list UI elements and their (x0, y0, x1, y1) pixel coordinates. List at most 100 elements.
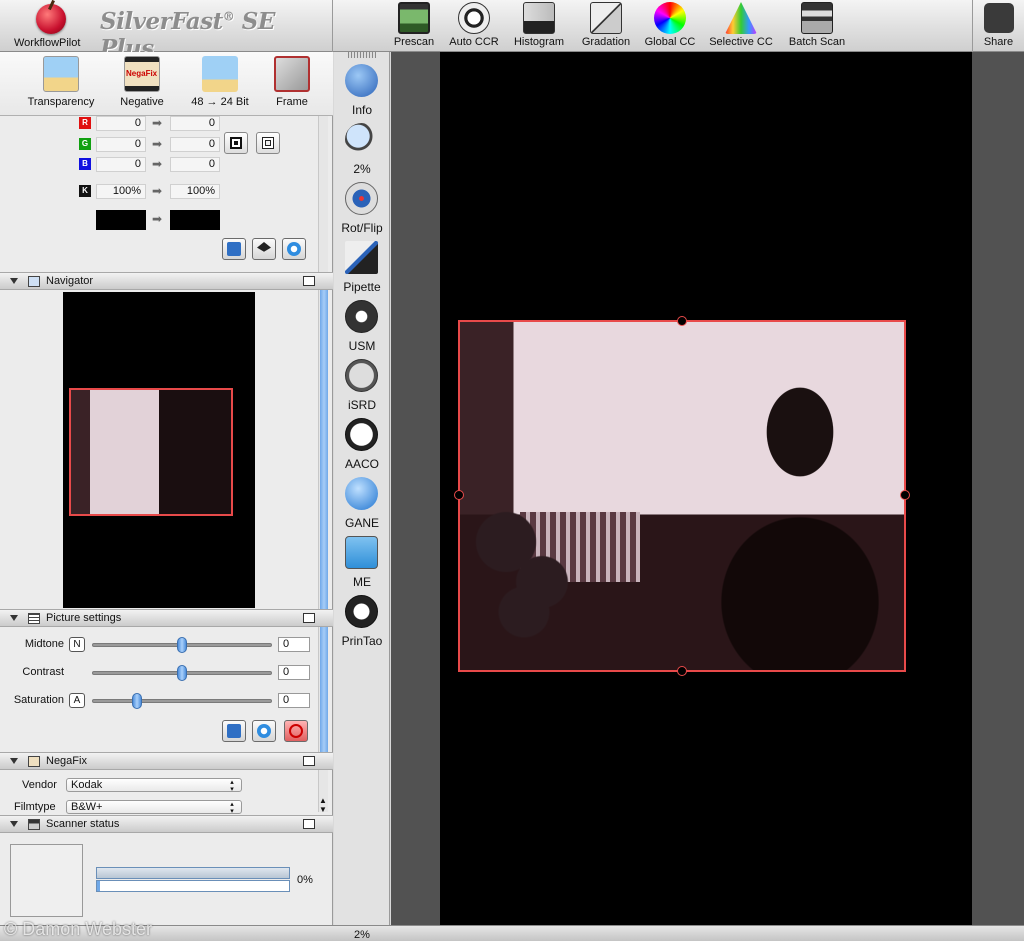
black-point-button[interactable] (224, 132, 248, 154)
collapse-triangle-icon[interactable] (10, 278, 18, 284)
frame-handle-left[interactable] (454, 490, 464, 500)
expert-button[interactable] (252, 238, 276, 260)
picture-help-button[interactable] (222, 720, 246, 742)
detach-panel-icon[interactable] (303, 819, 315, 829)
channel-k-output[interactable]: 100% (170, 184, 220, 199)
negative-button[interactable]: NegaFix Negative (112, 56, 172, 108)
picture-reset-button[interactable] (284, 720, 308, 742)
frame-handle-top[interactable] (677, 316, 687, 326)
share-button[interactable]: Share (972, 0, 1024, 52)
me-icon (345, 536, 378, 569)
mid-tool-label: iSRD (347, 398, 376, 412)
info-tool[interactable]: Info (334, 60, 390, 118)
contrast-value[interactable]: 0 (278, 665, 310, 680)
navigator-frame[interactable] (69, 388, 233, 516)
collapse-triangle-icon[interactable] (10, 615, 18, 621)
picture-settings-header[interactable]: Picture settings (0, 609, 333, 627)
mid-tool-label: Info (351, 103, 372, 117)
vendor-select[interactable]: Kodak (66, 778, 242, 792)
arrow-icon: ➡ (152, 212, 163, 226)
channel-r-output[interactable]: 0 (170, 116, 220, 131)
collapse-triangle-icon[interactable] (10, 821, 18, 827)
toolbar-auto-ccr[interactable]: Auto CCR (446, 0, 502, 52)
arrow-icon: ➡ (152, 157, 163, 171)
contrast-slider-knob[interactable] (177, 665, 187, 681)
transparency-icon (43, 56, 79, 92)
frame-handle-right[interactable] (900, 490, 910, 500)
top-toolbar: WorkflowPilot SilverFast® SE Plus Presca… (0, 0, 1024, 62)
isrd-tool[interactable]: iSRD (334, 355, 390, 413)
negafix-header[interactable]: NegaFix (0, 752, 333, 770)
usm-icon (345, 300, 378, 333)
help-button[interactable] (222, 238, 246, 260)
toolbar-selective-cc[interactable]: Selective CC (704, 0, 778, 52)
selective-cc-icon (725, 2, 757, 34)
white-point-button[interactable] (256, 132, 280, 154)
left-scrollbar-thumb[interactable] (320, 282, 328, 760)
prescan-icon (398, 2, 430, 34)
midtone-label: Midtone (24, 638, 64, 650)
channel-b-input[interactable]: 0 (96, 157, 146, 172)
printao-tool[interactable]: PrinTao (334, 591, 390, 649)
toolbar-histogram[interactable]: Histogram (510, 0, 568, 52)
quicktime-button[interactable] (282, 238, 306, 260)
saturation-slider-track[interactable] (92, 699, 272, 703)
channel-g-input[interactable]: 0 (96, 137, 146, 152)
workflow-pilot-label[interactable]: WorkflowPilot (14, 37, 80, 49)
usm-tool[interactable]: USM (334, 296, 390, 354)
toolbar-batch-scan[interactable]: Batch Scan (784, 0, 850, 52)
midtone-value[interactable]: 0 (278, 637, 310, 652)
saturation-value[interactable]: 0 (278, 693, 310, 708)
toolbar-label: Gradation (581, 36, 631, 48)
midtone-slider-knob[interactable] (177, 637, 187, 653)
filmtype-select[interactable]: B&W+ (66, 800, 242, 814)
arrow-icon: ➡ (152, 116, 163, 130)
detach-panel-icon[interactable] (303, 276, 315, 286)
prescan-canvas[interactable] (440, 52, 972, 925)
transparency-button[interactable]: Transparency (22, 56, 100, 108)
detach-panel-icon[interactable] (303, 613, 315, 623)
rotate-flip-tool[interactable]: Rot/Flip (334, 178, 390, 236)
left-scrollbar[interactable] (318, 116, 328, 812)
gane-tool[interactable]: GANE (334, 473, 390, 531)
preview-area[interactable] (391, 52, 1024, 925)
bit-depth-button[interactable]: 48 → 24 Bit (184, 56, 256, 108)
pipette-tool[interactable]: Pipette (334, 237, 390, 295)
levels-panel: R 0 ➡ 0 G 0 ➡ 0 B 0 ➡ 0 K 100% ➡ 100% ➡ (0, 116, 318, 272)
scanner-status-header[interactable]: Scanner status (0, 815, 333, 833)
navigator-header[interactable]: Navigator (0, 272, 333, 290)
left-panel: Transparency NegaFix Negative 48 → 24 Bi… (0, 52, 333, 925)
share-icon (984, 3, 1014, 33)
channel-k-input[interactable]: 100% (96, 184, 146, 199)
toolbar-global-cc[interactable]: Global CC (642, 0, 698, 52)
channel-g-output[interactable]: 0 (170, 137, 220, 152)
me-tool[interactable]: ME (334, 532, 390, 590)
negative-icon: NegaFix (124, 56, 160, 92)
navigator-view[interactable] (63, 292, 255, 608)
aaco-tool[interactable]: AACO (334, 414, 390, 472)
toolbar-gradation[interactable]: Gradation (578, 0, 634, 52)
frame-handle-bottom[interactable] (677, 666, 687, 676)
midtone-auto-button[interactable]: N (69, 637, 85, 652)
mid-tool-label: USM (348, 339, 376, 353)
saturation-auto-button[interactable]: A (69, 693, 85, 708)
workflow-pilot-icon[interactable] (36, 4, 66, 34)
scan-frame[interactable] (454, 316, 910, 676)
frame-button[interactable]: Frame (270, 56, 314, 108)
channel-r-input[interactable]: 0 (96, 116, 146, 131)
toolbar-prescan[interactable]: Prescan (392, 0, 436, 52)
detach-panel-icon[interactable] (303, 756, 315, 766)
zoom-tool[interactable]: 2% (334, 119, 390, 177)
mid-tool-label: Pipette (343, 280, 381, 294)
strip-grip[interactable] (348, 52, 376, 58)
channel-b-output[interactable]: 0 (170, 157, 220, 172)
channel-k-badge: K (79, 185, 91, 197)
picture-quicktime-button[interactable] (252, 720, 276, 742)
frame-tool-label: Negative (120, 96, 164, 108)
saturation-slider-knob[interactable] (132, 693, 142, 709)
help-icon (227, 242, 241, 256)
scroll-down-arrow[interactable]: ▲ ▼ (318, 796, 328, 814)
collapse-triangle-icon[interactable] (10, 758, 18, 764)
gradation-icon (590, 2, 622, 34)
picture-settings-title: Picture settings (46, 612, 122, 624)
